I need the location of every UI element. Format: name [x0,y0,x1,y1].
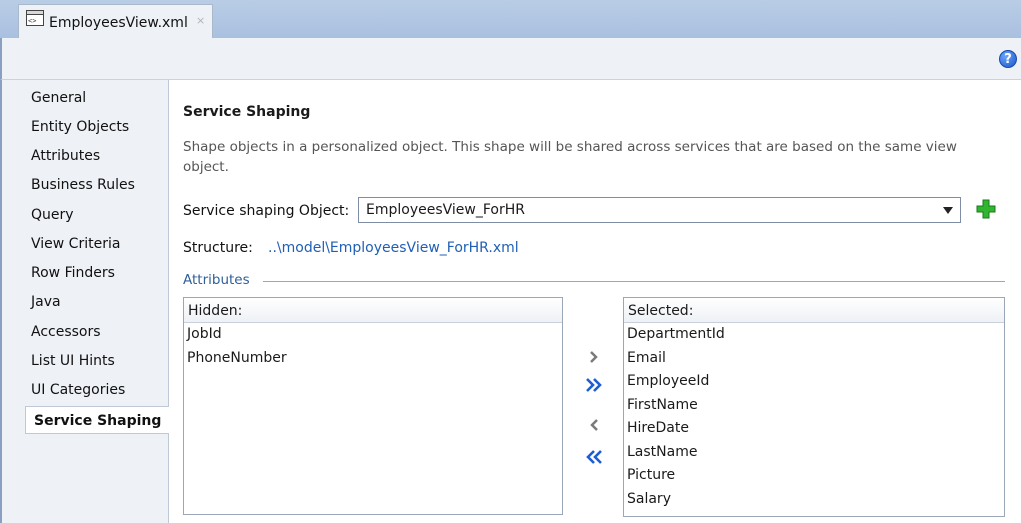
list-item[interactable]: FirstName [624,394,1004,418]
nav-item-ui-categories[interactable]: UI Categories [31,382,125,398]
list-item[interactable]: Picture [624,464,1004,488]
list-item[interactable]: LastName [624,441,1004,465]
move-all-right-icon[interactable] [583,375,605,395]
hidden-list[interactable]: Hidden: JobId PhoneNumber [183,297,563,515]
nav-item-java[interactable]: Java [31,294,61,310]
page-description: Shape objects in a personalized object. … [183,139,957,175]
nav-item-accessors[interactable]: Accessors [31,324,101,340]
list-item[interactable]: Salary [624,488,1004,512]
chevron-down-icon[interactable] [943,207,953,214]
list-item[interactable]: Email [624,347,1004,371]
nav-item-row-finders[interactable]: Row Finders [31,265,115,281]
list-item[interactable]: EmployeeId [624,370,1004,394]
tab-close-icon[interactable]: × [196,14,205,27]
tab-employeesview-xml[interactable]: <> EmployeesView.xml × [18,4,213,38]
move-all-left-icon[interactable] [583,447,605,467]
nav-item-entity-objects[interactable]: Entity Objects [31,119,129,135]
add-icon[interactable] [976,199,996,219]
shaping-object-label: Service shaping Object: [183,203,350,219]
move-left-icon[interactable] [583,415,605,435]
nav-item-attributes[interactable]: Attributes [31,148,100,164]
list-item[interactable]: JobId [184,323,562,347]
tab-title: EmployeesView.xml [49,15,188,31]
xml-file-icon: <> [26,10,44,26]
hidden-list-header: Hidden: [184,298,562,323]
section-divider [263,281,1005,282]
shaping-object-select[interactable]: EmployeesView_ForHR [358,197,961,223]
editor-toolbar: ? [0,38,1021,80]
editor-tab-strip: <> EmployeesView.xml × [0,0,1021,38]
category-nav [2,80,169,523]
list-item[interactable]: HireDate [624,417,1004,441]
nav-item-view-criteria[interactable]: View Criteria [31,236,120,252]
shaping-object-value: EmployeesView_ForHR [366,202,525,218]
selected-list[interactable]: Selected: DepartmentId Email EmployeeId … [623,297,1005,517]
nav-item-list-ui-hints[interactable]: List UI Hints [31,353,115,369]
list-item[interactable]: PhoneNumber [184,347,562,371]
selected-list-header: Selected: [624,298,1004,323]
svg-text:<>: <> [28,17,36,25]
attributes-section-label: Attributes [183,272,250,288]
nav-item-general[interactable]: General [31,90,86,106]
structure-link[interactable]: ..\model\EmployeesView_ForHR.xml [268,240,519,256]
nav-divider [168,80,169,523]
nav-item-service-shaping[interactable]: Service Shaping [25,406,169,434]
page-title: Service Shaping [183,104,311,120]
nav-item-business-rules[interactable]: Business Rules [31,177,135,193]
structure-label: Structure: [183,240,253,256]
nav-item-query[interactable]: Query [31,207,74,223]
move-right-icon[interactable] [583,347,605,367]
help-icon[interactable]: ? [999,50,1017,68]
list-item[interactable]: DepartmentId [624,323,1004,347]
